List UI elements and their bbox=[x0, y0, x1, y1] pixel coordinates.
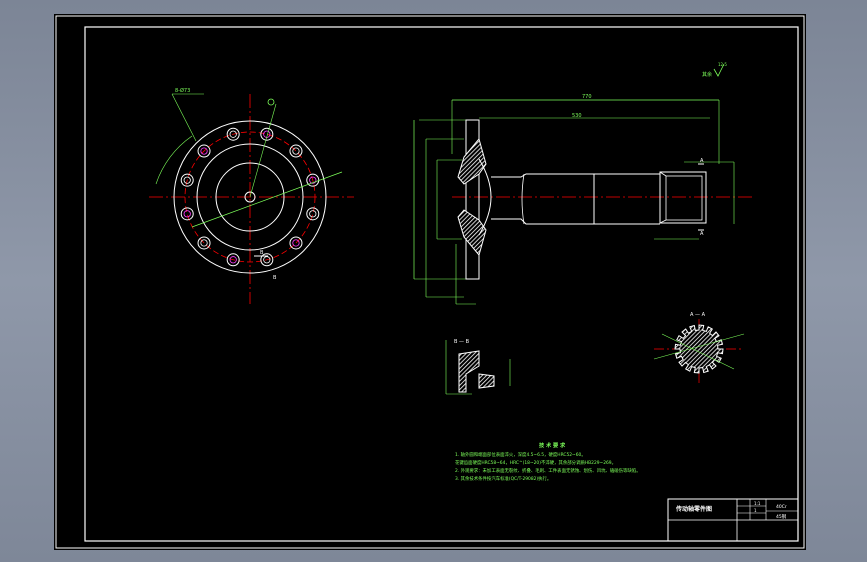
flange-to-spline-label: 530 bbox=[572, 113, 582, 119]
tech-note-line-4: 3. 其余技术条件按汽车标准(QC/T-29082)执行。 bbox=[455, 475, 551, 482]
bolt-dim-label: 8-Ø73 bbox=[175, 87, 190, 94]
section-mark-b2: B bbox=[273, 275, 277, 281]
title-block-material: 40Cr bbox=[776, 504, 787, 510]
section-a-title: A — A bbox=[690, 312, 706, 318]
section-mark-a-bottom: A bbox=[700, 231, 704, 237]
overall-length-label: 770 bbox=[582, 94, 592, 100]
drawing-sheet: 8-Ø73 B B 770 530 A A 其余 12.5 B — B A — … bbox=[54, 14, 806, 550]
section-mark-a-top: A bbox=[700, 158, 704, 164]
drawing-title: 传动轴零件图 bbox=[675, 505, 712, 513]
spline-section bbox=[674, 324, 724, 374]
roughness-label: 其余 bbox=[702, 71, 712, 78]
tech-note-line-2: 花键齿面硬度HRC58~64，HRC^(18~20)不淬硬，其余部分调质HB22… bbox=[455, 459, 616, 466]
tech-note-line-1: 1. 轴外圆和端面部位表面淬火，深度4.5~6.5，硬度HRC52~60。 bbox=[455, 451, 586, 458]
roughness-value: 12.5 bbox=[718, 62, 727, 67]
section-b-title: B — B bbox=[454, 339, 470, 345]
spline-teeth-outline bbox=[674, 324, 724, 374]
tech-notes-heading: 技 术 要 求 bbox=[539, 441, 566, 449]
title-block-scale: 1:1 bbox=[754, 501, 761, 506]
drawing-background bbox=[54, 14, 806, 550]
cad-drawing-canvas: 8-Ø73 B B 770 530 A A 其余 12.5 B — B A — … bbox=[54, 14, 806, 550]
tech-note-line-3: 2. 外观要求：未加工表面无裂纹、折叠、毛刺、工件表面无锈蚀、划伤、凹坑、磕碰伤… bbox=[455, 467, 641, 474]
section-b-notch bbox=[478, 373, 495, 389]
title-block-weight: 45钢 bbox=[776, 513, 787, 520]
section-mark-b: B bbox=[260, 250, 264, 256]
